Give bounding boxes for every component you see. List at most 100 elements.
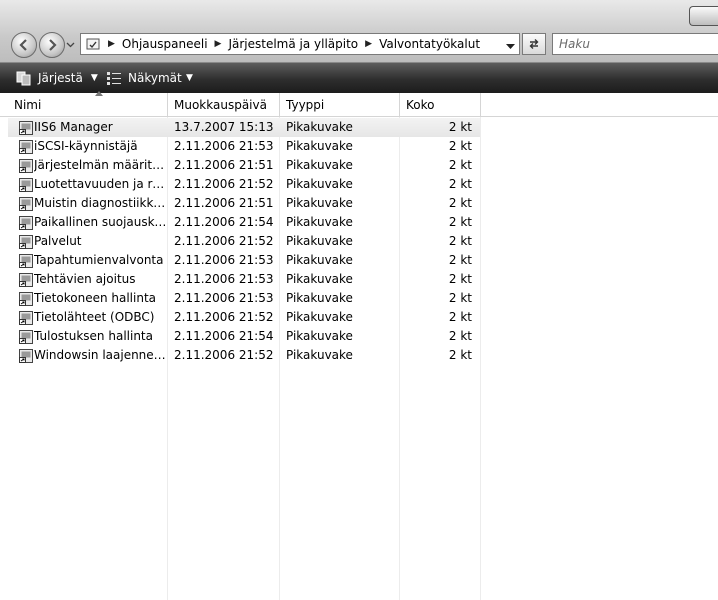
breadcrumb-admin-tools[interactable]: Valvontatyökalut: [379, 37, 480, 51]
file-name: Luotettavuuden ja resu...: [34, 177, 168, 191]
breadcrumb-separator: ▶: [214, 39, 222, 49]
file-row[interactable]: iSCSI-käynnistäjä 2.11.2006 21:53 Pikakuva…: [8, 137, 480, 156]
file-size: 2 kt: [448, 310, 472, 324]
memory-diagnostics-icon: [18, 196, 34, 212]
window-chrome: ▶ Ohjauspaneeli ▶ Järjestelmä ja ylläpit…: [0, 0, 718, 63]
file-modified: 2.11.2006 21:54: [174, 215, 274, 229]
file-modified: 2.11.2006 21:52: [174, 310, 274, 324]
file-modified: 2.11.2006 21:51: [174, 196, 274, 210]
breadcrumb-system-maintenance[interactable]: Järjestelmä ja ylläpito: [228, 37, 358, 51]
chevron-down-icon: [66, 42, 75, 48]
breadcrumb-separator: ▶: [365, 39, 373, 49]
column-header: Nimi Muokkauspäivä Tyyppi Koko: [0, 91, 718, 117]
file-modified: 2.11.2006 21:52: [174, 177, 274, 191]
file-size: 2 kt: [448, 253, 472, 267]
file-size: 2 kt: [448, 348, 472, 362]
file-type: Pikakuvake: [286, 158, 353, 172]
forward-button[interactable]: [39, 32, 65, 58]
refresh-button[interactable]: [522, 33, 546, 55]
file-modified: 2.11.2006 21:53: [174, 291, 274, 305]
back-arrow-icon: [19, 39, 27, 51]
file-name: Windowsin laajennettu...: [34, 348, 168, 362]
file-name: Tapahtumienvalvonta: [34, 253, 164, 267]
windows-firewall-icon: [18, 348, 34, 364]
sort-ascending-icon: [95, 91, 103, 96]
views-icon: [107, 72, 121, 85]
file-modified: 2.11.2006 21:52: [174, 348, 274, 362]
file-type: Pikakuvake: [286, 234, 353, 248]
file-modified: 2.11.2006 21:53: [174, 253, 274, 267]
column-header-type[interactable]: Tyyppi: [280, 93, 400, 116]
print-management-icon: [18, 329, 34, 345]
file-modified: 2.11.2006 21:53: [174, 139, 274, 153]
file-size: 2 kt: [448, 196, 472, 210]
file-type: Pikakuvake: [286, 272, 353, 286]
file-list[interactable]: IIS6 Manager 13.7.2007 15:13 Pikakuvake 2 k…: [0, 117, 718, 600]
file-row[interactable]: Tapahtumienvalvonta 2.11.2006 21:53 Pikaku…: [8, 251, 480, 270]
breadcrumb-control-panel[interactable]: Ohjauspaneeli: [122, 37, 208, 51]
file-modified: 2.11.2006 21:52: [174, 234, 274, 248]
file-type: Pikakuvake: [286, 291, 353, 305]
file-modified: 2.11.2006 21:54: [174, 329, 274, 343]
file-name: Muistin diagnostiikkat...: [34, 196, 168, 210]
file-row[interactable]: Tulostuksen hallinta 2.11.2006 21:54 Pikak…: [8, 327, 480, 346]
organize-label: Järjestä: [38, 71, 83, 85]
file-row[interactable]: Luotettavuuden ja resu... 2.11.2006 21:52…: [8, 175, 480, 194]
file-type: Pikakuvake: [286, 253, 353, 267]
file-type: Pikakuvake: [286, 310, 353, 324]
file-row[interactable]: Muistin diagnostiikkat... 2.11.2006 21:51…: [8, 194, 480, 213]
file-row[interactable]: Windowsin laajennettu... 2.11.2006 21:52 P…: [8, 346, 480, 365]
file-type: Pikakuvake: [286, 348, 353, 362]
file-row[interactable]: Tehtävien ajoitus 2.11.2006 21:53 Pikakuva…: [8, 270, 480, 289]
file-row[interactable]: Palvelut 2.11.2006 21:52 Pikakuvake 2 kt: [8, 232, 480, 251]
file-name: Tulostuksen hallinta: [34, 329, 153, 343]
file-rows: IIS6 Manager 13.7.2007 15:13 Pikakuvake 2 k…: [8, 118, 480, 365]
search-input[interactable]: Haku: [552, 33, 718, 55]
breadcrumb-separator: ▶: [108, 39, 115, 49]
services-gear-icon: [18, 234, 34, 250]
organize-dropdown-arrow: ▼: [90, 73, 98, 83]
address-bar[interactable]: ▶ Ohjauspaneeli ▶ Järjestelmä ja ylläpit…: [80, 33, 520, 55]
file-name: Tietolähteet (ODBC): [34, 310, 155, 324]
file-size: 2 kt: [448, 329, 472, 343]
file-name: Palvelut: [34, 234, 82, 248]
refresh-icon: [529, 39, 539, 49]
file-type: Pikakuvake: [286, 120, 353, 134]
file-size: 2 kt: [448, 120, 472, 134]
organize-menu[interactable]: Järjestä ▼: [16, 63, 98, 93]
file-size: 2 kt: [448, 177, 472, 191]
file-row[interactable]: IIS6 Manager 13.7.2007 15:13 Pikakuvake 2 k…: [8, 118, 480, 137]
column-header-name[interactable]: Nimi: [8, 91, 168, 116]
file-size: 2 kt: [448, 139, 472, 153]
file-type: Pikakuvake: [286, 139, 353, 153]
file-type: Pikakuvake: [286, 196, 353, 210]
file-modified: 2.11.2006 21:51: [174, 158, 274, 172]
back-button[interactable]: [11, 32, 37, 58]
window-control-button[interactable]: [689, 6, 718, 26]
file-size: 2 kt: [448, 158, 472, 172]
address-dropdown[interactable]: [506, 40, 515, 54]
command-toolbar: Järjestä ▼ Näkymät ▼: [0, 63, 718, 93]
computer-management-icon: [18, 291, 34, 307]
event-viewer-icon: [18, 253, 34, 269]
column-name-label: Nimi: [14, 98, 42, 112]
column-header-size[interactable]: Koko: [400, 93, 481, 116]
recent-pages-dropdown[interactable]: [66, 40, 75, 49]
views-dropdown-arrow[interactable]: ▼: [186, 63, 193, 93]
file-name: Tehtävien ajoitus: [34, 272, 136, 286]
file-name: iSCSI-käynnistäjä: [34, 139, 138, 153]
odbc-data-sources-icon: [18, 310, 34, 326]
file-modified: 2.11.2006 21:53: [174, 272, 274, 286]
views-menu[interactable]: Näkymät: [106, 63, 182, 93]
file-type: Pikakuvake: [286, 177, 353, 191]
file-row[interactable]: Tietolähteet (ODBC) 2.11.2006 21:52 Pikaku…: [8, 308, 480, 327]
file-type: Pikakuvake: [286, 329, 353, 343]
file-row[interactable]: Paikallinen suojauskäy... 2.11.2006 21:54…: [8, 213, 480, 232]
organize-icon: [16, 71, 31, 86]
file-row[interactable]: Tietokoneen hallinta 2.11.2006 21:53 Pikak…: [8, 289, 480, 308]
file-row[interactable]: Järjestelmän määritykset 2.11.2006 21:51 P…: [8, 156, 480, 175]
column-header-modified[interactable]: Muokkauspäivä: [168, 93, 280, 116]
file-size: 2 kt: [448, 272, 472, 286]
file-size: 2 kt: [448, 234, 472, 248]
column-divider: [480, 117, 481, 600]
